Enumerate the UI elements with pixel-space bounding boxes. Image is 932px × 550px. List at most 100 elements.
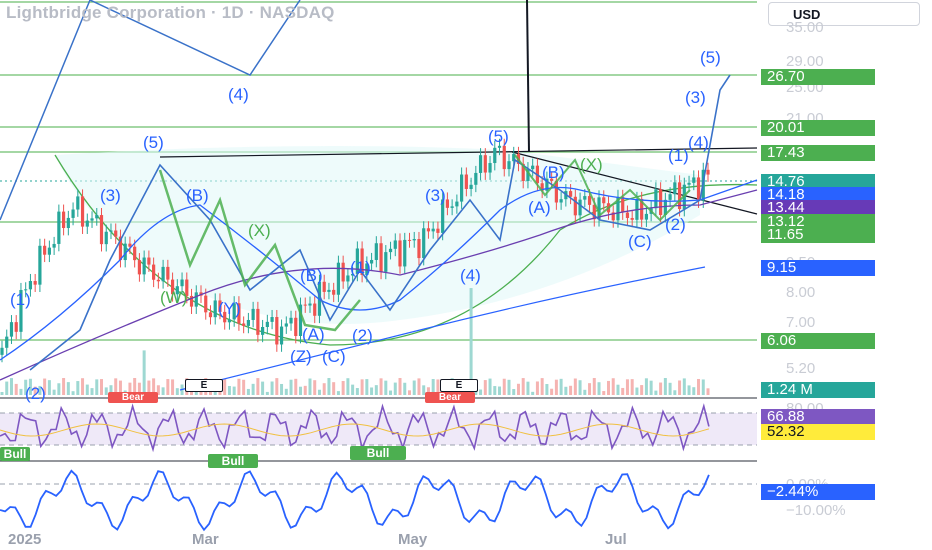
volume-bar	[294, 378, 298, 395]
candle-body	[270, 317, 274, 322]
candle-body	[28, 281, 33, 290]
price-tick: 35.00	[786, 19, 824, 36]
candle-body	[422, 228, 426, 259]
candle-body	[61, 211, 66, 229]
volume-bar	[76, 381, 80, 395]
volume-bar	[663, 378, 667, 395]
volume-bar	[687, 385, 691, 395]
candle-body	[469, 184, 473, 189]
volume-bar	[398, 378, 402, 395]
volume-bar	[526, 381, 530, 395]
candle-body	[38, 245, 42, 285]
volume-bar	[308, 378, 312, 395]
candle-body	[294, 317, 298, 337]
candle-body	[57, 211, 61, 244]
candle-body	[76, 196, 80, 210]
candle-body	[336, 262, 341, 295]
earnings-marker[interactable]: E	[185, 379, 223, 392]
price-tick: 8.00	[786, 284, 816, 301]
candle-body	[47, 247, 51, 255]
volume-bar	[85, 384, 89, 395]
candle-body	[33, 281, 37, 285]
volume-bar	[246, 388, 250, 395]
candle-body	[284, 323, 288, 327]
volume-bar	[635, 387, 639, 395]
volume-bar	[573, 378, 577, 395]
candle-body	[137, 260, 142, 275]
candle-body	[43, 245, 47, 255]
volume-bar	[379, 378, 383, 395]
price-label: 17.43	[761, 145, 875, 161]
candle-body	[602, 197, 606, 204]
candle-body	[559, 199, 563, 203]
volume-bar	[299, 386, 303, 395]
volume-bar	[289, 379, 293, 395]
volume-bar	[19, 388, 23, 395]
volume-bar	[550, 388, 554, 395]
volume-bar	[621, 387, 625, 395]
candle-body	[568, 191, 573, 197]
volume-bar	[507, 379, 511, 395]
volume-bar	[403, 382, 407, 395]
candle-body	[161, 266, 165, 282]
wave-label: (5)	[143, 133, 164, 152]
volume-bar	[640, 385, 644, 395]
candle-body	[673, 182, 677, 195]
volume-bar	[407, 390, 411, 395]
candle-body	[322, 281, 326, 292]
volume-bar	[384, 380, 388, 395]
wave-label: (3)	[425, 186, 446, 205]
volume-bar	[313, 380, 317, 395]
volume-bar	[71, 391, 75, 395]
volume-bar	[493, 386, 497, 395]
candle-body	[644, 213, 649, 220]
volume-bar	[265, 391, 269, 395]
volume-bar	[346, 378, 350, 395]
candle-body	[706, 169, 710, 175]
candle-body	[659, 189, 663, 216]
volume-bar	[95, 379, 99, 395]
price-tick: 5.20	[786, 360, 816, 377]
wave-label: (B)	[300, 266, 323, 285]
candle-body	[578, 199, 582, 216]
price-tick: 7.00	[786, 314, 816, 331]
wave-label: (Z)	[290, 347, 312, 366]
candle-body	[104, 231, 108, 245]
wave-label: (4)	[228, 85, 249, 104]
candle-body	[313, 303, 317, 316]
candle-body	[407, 239, 412, 241]
volume-bar	[654, 390, 658, 395]
candle-body	[460, 174, 464, 202]
candle-body	[474, 172, 478, 185]
candle-body	[90, 218, 94, 221]
volume-bar	[223, 378, 227, 395]
volume-bar	[701, 379, 705, 395]
candle-body	[180, 279, 184, 287]
candle-body	[654, 189, 658, 209]
wave-label: (C)	[322, 347, 346, 366]
osc-tick: −10.00%	[786, 502, 846, 519]
earnings-marker[interactable]: E	[440, 379, 478, 392]
price-label: 6.06	[761, 333, 875, 349]
candle-body	[261, 326, 265, 335]
volume-bar	[630, 379, 634, 395]
candle-body	[426, 228, 431, 232]
candle-body	[403, 239, 407, 267]
volume-bar	[389, 390, 393, 395]
wave-label: (1)	[350, 258, 371, 277]
rsi-ma-value-label: 52.32	[761, 424, 875, 440]
volume-bar	[166, 379, 170, 395]
volume-bar	[545, 384, 549, 395]
candle-body	[417, 239, 421, 259]
osc-value-label: −2.44%	[761, 484, 875, 500]
volume-bar	[592, 378, 596, 395]
volume-bar	[351, 384, 355, 395]
volume-bar	[678, 380, 682, 395]
candle-body	[289, 317, 293, 324]
wave-label: (2)	[25, 384, 46, 403]
candle-body	[687, 182, 691, 185]
volume-bar	[303, 385, 307, 395]
bear-marker: Bear	[425, 392, 475, 403]
volume-bar	[697, 378, 701, 395]
candle-body	[531, 165, 535, 170]
